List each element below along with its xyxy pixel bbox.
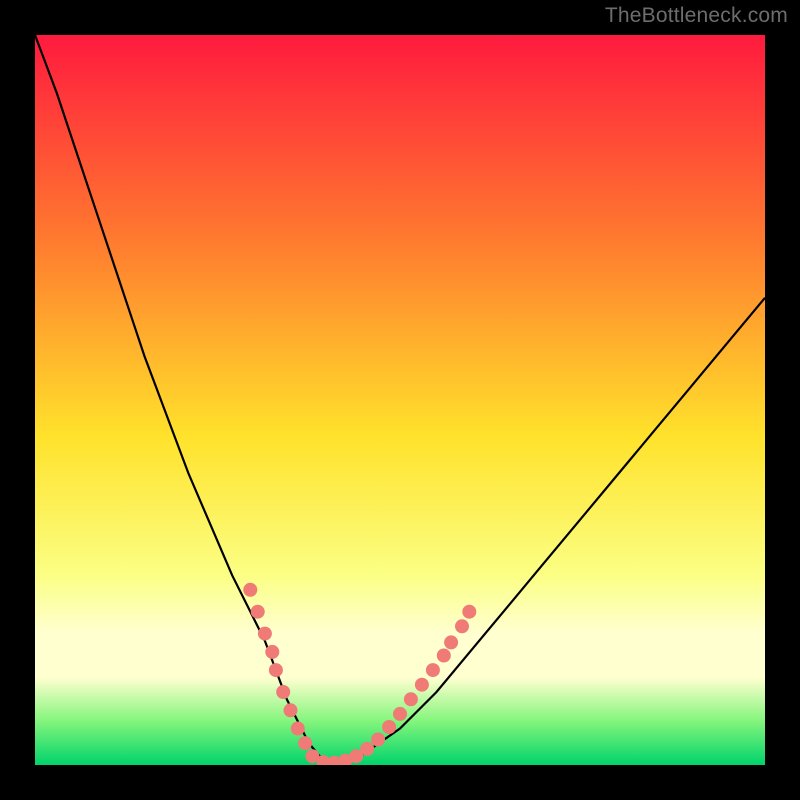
data-bead [265,645,279,659]
data-bead [426,663,440,677]
plot-area [35,35,765,765]
data-bead [437,649,451,663]
data-bead [382,720,396,734]
data-bead [258,627,272,641]
data-bead [298,736,312,750]
data-bead [404,692,418,706]
chart-frame: TheBottleneck.com [0,0,800,800]
data-bead [251,605,265,619]
data-bead [462,605,476,619]
data-bead [444,635,458,649]
watermark-text: TheBottleneck.com [605,4,788,28]
data-bead [371,733,385,747]
data-bead [243,583,257,597]
data-bead [269,663,283,677]
data-bead [291,722,305,736]
data-bead [393,707,407,721]
data-bead [276,685,290,699]
data-bead [415,678,429,692]
data-bead [360,742,374,756]
bottleneck-curve [35,35,765,765]
data-bead [284,703,298,717]
data-bead [455,619,469,633]
